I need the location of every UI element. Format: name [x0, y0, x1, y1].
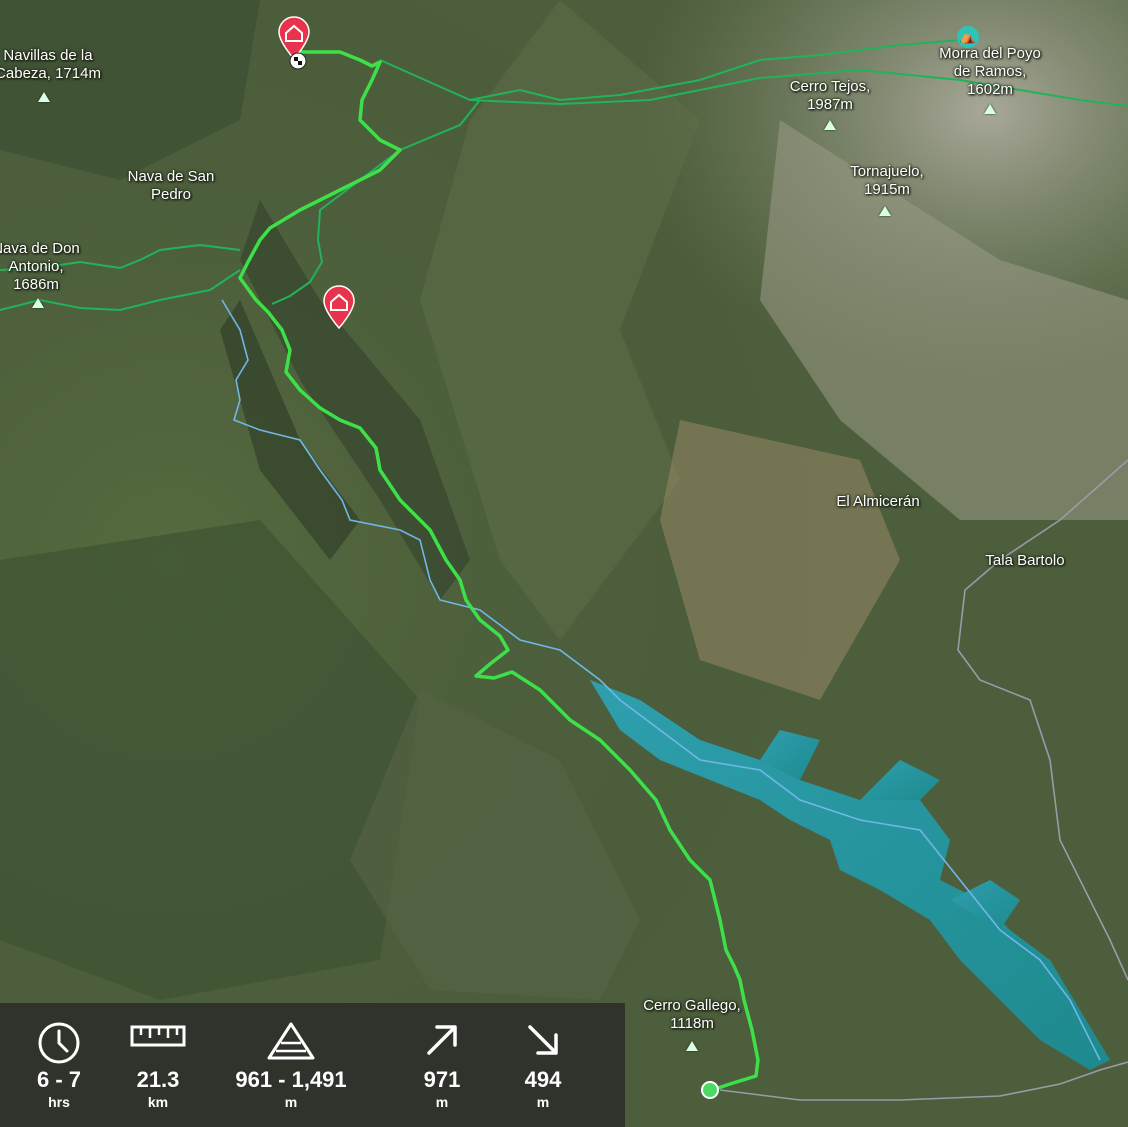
place-label-gallego[interactable]: Cerro Gallego, 1118m [643, 997, 741, 1033]
descent-value: 494 [524, 1067, 562, 1092]
place-label-tejos[interactable]: Cerro Tejos, 1987m [790, 78, 871, 114]
place-label-morra[interactable]: Morra del Poyo de Ramos, 1602m [939, 45, 1041, 99]
peak-triangle-icon [686, 1041, 698, 1051]
peak-triangle-icon [824, 120, 836, 130]
distance-unit: km [147, 1094, 169, 1110]
place-label-navillas[interactable]: Navillas de la Cabeza, 1714m [0, 47, 101, 83]
place-elevation: 1987m [807, 96, 853, 113]
distance-stat: 21.3 km [118, 1003, 198, 1127]
elevation-icon [267, 1022, 315, 1060]
ascent-stat: 971 m [384, 1003, 500, 1127]
elevation-stat: 961 - 1,491 m [198, 1003, 384, 1127]
arrow-up-right-icon [427, 1025, 457, 1055]
place-label-nava-san-pedro[interactable]: Nava de San Pedro [128, 168, 215, 204]
place-elevation: 1118m [670, 1015, 714, 1032]
place-name-line2: de Ramos, [953, 63, 1027, 80]
place-name: Navillas de la [3, 47, 93, 64]
place-name: Cerro Tejos, [789, 78, 871, 95]
place-name: Tala Bartolo [985, 552, 1065, 569]
clock-icon [38, 1022, 80, 1064]
place-label-nava-don-antonio[interactable]: Nava de Don Antonio, 1686m [0, 240, 80, 294]
place-elevation: Cabeza, 1714m [0, 65, 101, 82]
place-label-tornajuelo[interactable]: Tornajuelo, 1915m [850, 163, 923, 199]
peak-triangle-icon [38, 92, 50, 102]
duration-stat: 6 - 7 hrs [0, 1003, 118, 1127]
peak-triangle-icon [32, 298, 44, 308]
campsite-icon[interactable]: ⛺ [957, 26, 979, 48]
descent-unit: m [536, 1094, 550, 1110]
place-name: Tornajuelo, [850, 163, 924, 180]
peak-triangle-icon [879, 206, 891, 216]
place-label-tala-bartolo[interactable]: Tala Bartolo [985, 552, 1064, 570]
route-stats-panel: 6 - 7 hrs 21.3 km 961 - 1,491 m 971 m 49… [0, 1003, 625, 1127]
place-name: Cerro Gallego, [643, 997, 741, 1014]
map-view[interactable]: Navillas de la Cabeza, 1714m Morra del P… [0, 0, 1128, 1127]
duration-value: 6 - 7 [36, 1067, 82, 1092]
place-name: Morra del Poyo [939, 45, 1041, 62]
place-elevation: 1602m [967, 81, 1013, 98]
ascent-unit: m [435, 1094, 449, 1110]
place-name-line2: Antonio, [8, 258, 64, 275]
place-name: El Almicerán [836, 493, 920, 510]
place-label-almiceran[interactable]: El Almicerán [836, 493, 919, 511]
place-name-line2: Pedro [150, 186, 192, 203]
finish-flag-icon[interactable] [289, 52, 307, 70]
peak-triangle-icon [984, 104, 996, 114]
descent-stat: 494 m [500, 1003, 586, 1127]
ascent-value: 971 [423, 1067, 461, 1092]
place-name: Nava de Don [0, 240, 80, 257]
place-elevation: 1686m [13, 276, 59, 293]
place-elevation: 1915m [864, 181, 910, 198]
place-name: Nava de San [127, 168, 215, 185]
home-marker-icon[interactable] [322, 285, 356, 329]
duration-unit: hrs [48, 1094, 70, 1110]
ruler-icon [130, 1025, 186, 1047]
elevation-value: 961 - 1,491 [235, 1067, 347, 1092]
start-point-icon[interactable] [701, 1081, 719, 1099]
arrow-down-right-icon [528, 1025, 558, 1055]
elevation-unit: m [284, 1094, 298, 1110]
distance-value: 21.3 [136, 1067, 180, 1092]
